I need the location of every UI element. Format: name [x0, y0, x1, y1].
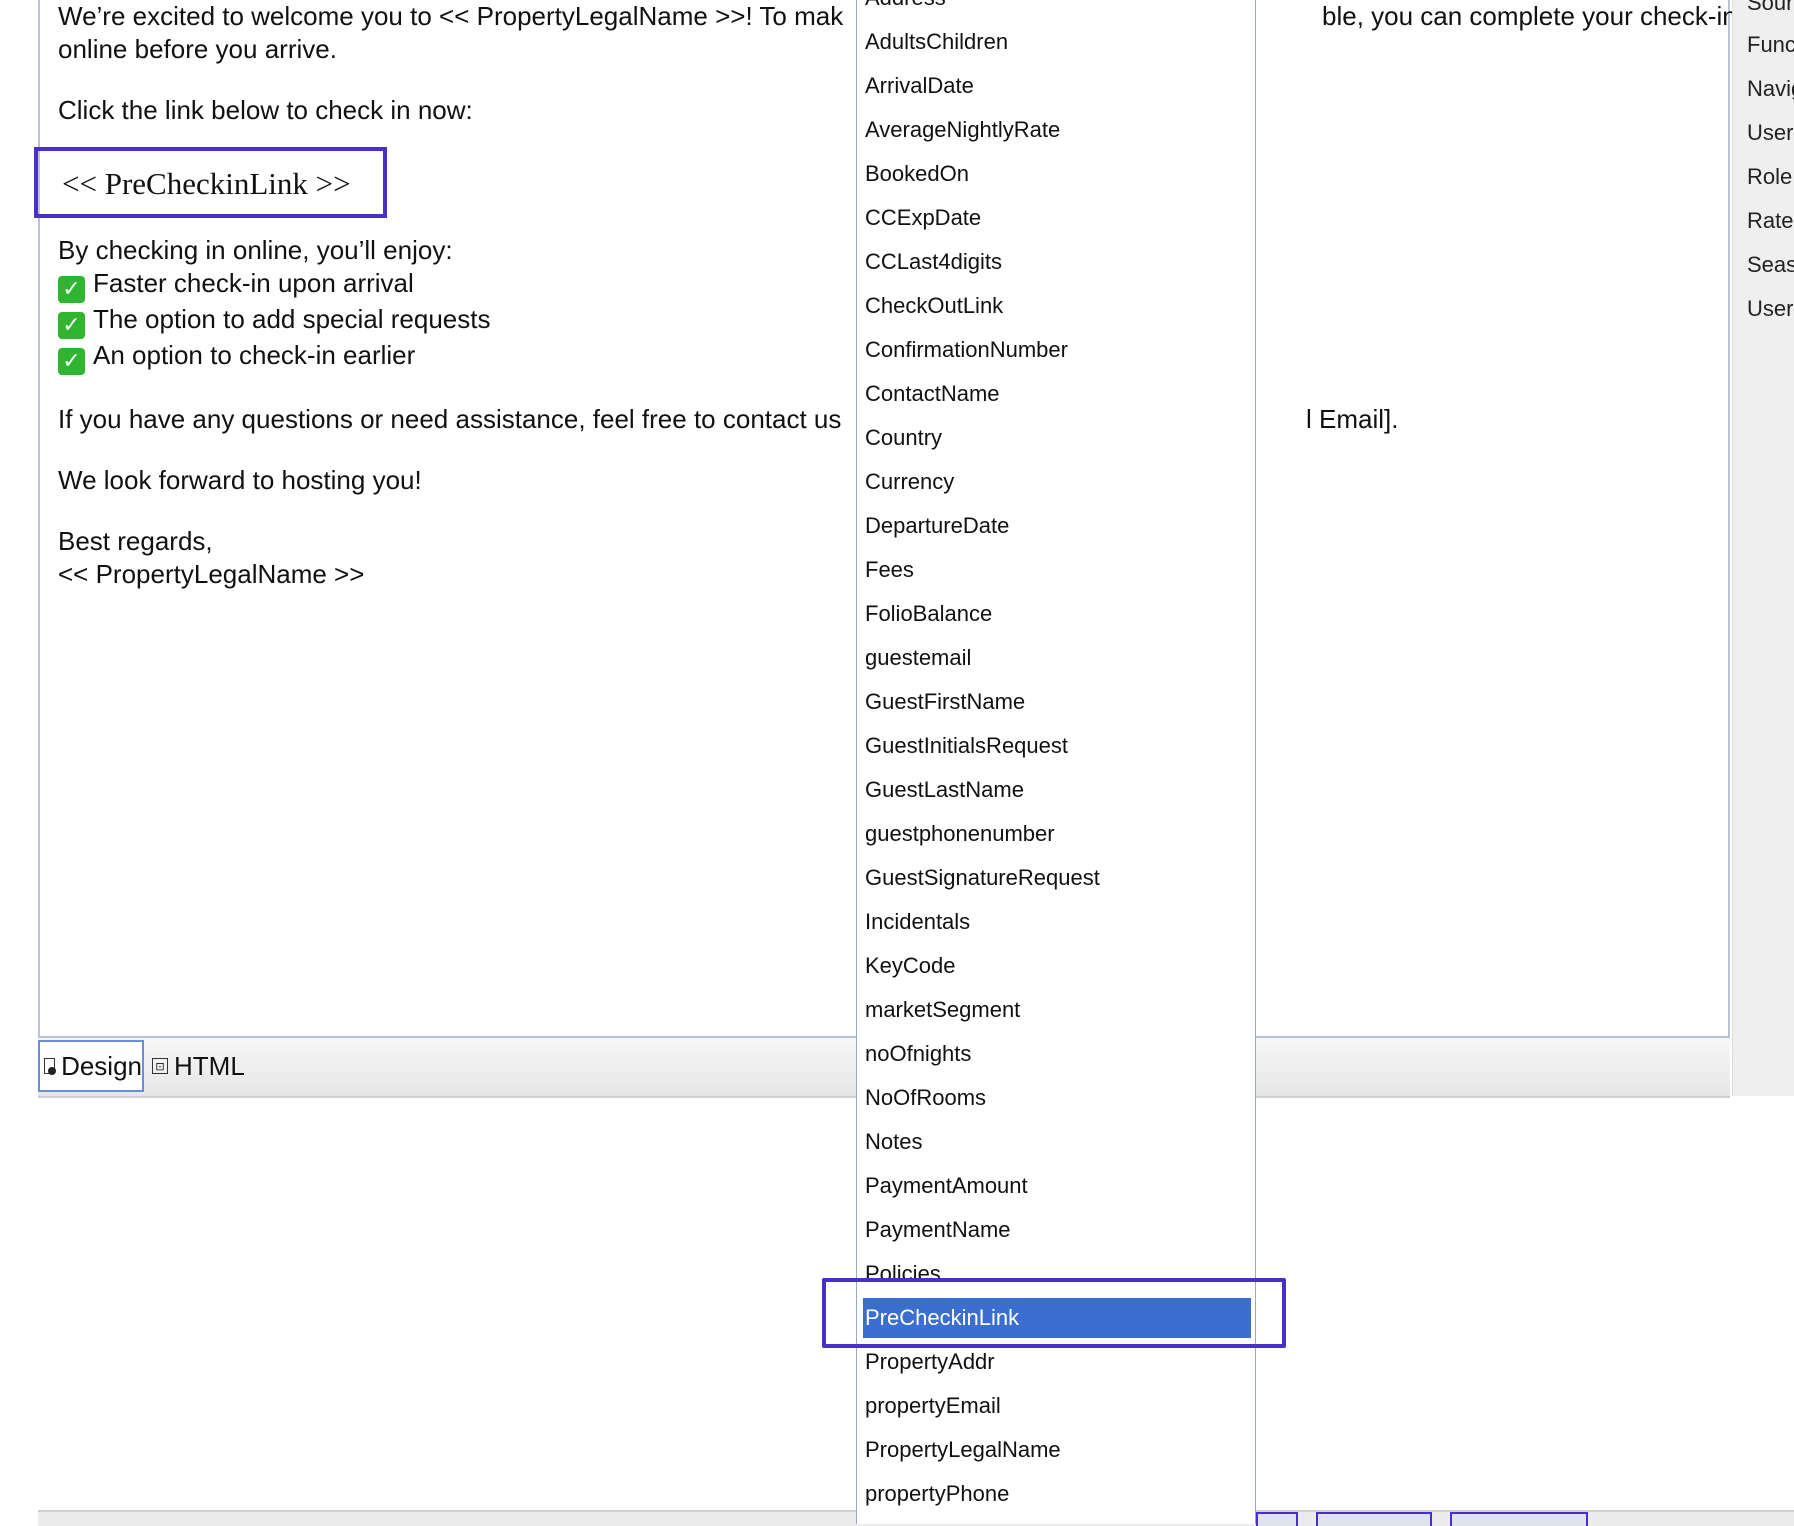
- dropdown-option[interactable]: Address: [863, 0, 1251, 18]
- dropdown-option[interactable]: Policies: [863, 1254, 1251, 1294]
- sidebar-item[interactable]: UserI: [1747, 296, 1794, 322]
- check-mark-icon: ✓: [58, 312, 85, 339]
- html-mode-icon: ⊡: [152, 1058, 168, 1074]
- design-mode-icon: [44, 1058, 57, 1075]
- dropdown-option[interactable]: marketSegment: [863, 990, 1251, 1030]
- sidebar-item[interactable]: Navig: [1747, 76, 1794, 102]
- dropdown-option[interactable]: NoOfRooms: [863, 1078, 1251, 1118]
- dropdown-option[interactable]: PaymentAmount: [863, 1166, 1251, 1206]
- tab-html[interactable]: ⊡ HTML: [150, 1040, 245, 1092]
- dropdown-option[interactable]: guestphonenumber: [863, 814, 1251, 854]
- dropdown-option[interactable]: KeyCode: [863, 946, 1251, 986]
- dropdown-option[interactable]: GuestFirstName: [863, 682, 1251, 722]
- dropdown-option[interactable]: FolioBalance: [863, 594, 1251, 634]
- dropdown-option[interactable]: propertyPhone: [863, 1474, 1251, 1514]
- dropdown-option[interactable]: ContactName: [863, 374, 1251, 414]
- dropdown-option[interactable]: PreCheckinLink: [863, 1298, 1251, 1338]
- sidebar-item[interactable]: RateI: [1747, 208, 1794, 234]
- dropdown-option[interactable]: AdultsChildren: [863, 22, 1251, 62]
- dropdown-option[interactable]: BookedOn: [863, 154, 1251, 194]
- sidebar-item[interactable]: Funct: [1747, 32, 1794, 58]
- sidebar-item[interactable]: Seaso: [1747, 252, 1794, 278]
- dropdown-option[interactable]: ArrivalDate: [863, 66, 1251, 106]
- dropdown-option[interactable]: guestemail: [863, 638, 1251, 678]
- dropdown-option[interactable]: Notes: [863, 1122, 1251, 1162]
- questions-text-left: If you have any questions or need assist…: [58, 404, 842, 434]
- dropdown-option[interactable]: PaymentName: [863, 1210, 1251, 1250]
- dropdown-option[interactable]: noOfnights: [863, 1034, 1251, 1074]
- sidebar-item[interactable]: RoleI: [1747, 164, 1794, 190]
- dropdown-option[interactable]: GuestInitialsRequest: [863, 726, 1251, 766]
- welcome-text-right: ble, you can complete your check-in: [1322, 1, 1737, 31]
- dropdown-option[interactable]: AverageNightlyRate: [863, 110, 1251, 150]
- right-sidebar: Sourc Funct Navig UserI RoleI RateI Seas…: [1732, 0, 1794, 1096]
- dropdown-option[interactable]: Fees: [863, 550, 1251, 590]
- dropdown-option[interactable]: Country: [863, 418, 1251, 458]
- tab-design[interactable]: Design: [38, 1040, 144, 1092]
- dropdown-option[interactable]: CCLast4digits: [863, 242, 1251, 282]
- dropdown-option[interactable]: ConfirmationNumber: [863, 330, 1251, 370]
- dropdown-option[interactable]: GuestLastName: [863, 770, 1251, 810]
- check-mark-icon: ✓: [58, 276, 85, 303]
- sidebar-item[interactable]: Sourc: [1747, 0, 1794, 16]
- dropdown-option[interactable]: GuestSignatureRequest: [863, 858, 1251, 898]
- check-mark-icon: ✓: [58, 348, 85, 375]
- precheckin-link-placeholder[interactable]: << PreCheckinLink >>: [34, 147, 387, 218]
- merge-field-dropdown[interactable]: Address AdultsChildrenArrivalDateAverageN…: [856, 0, 1256, 1524]
- dropdown-option[interactable]: Incidentals: [863, 902, 1251, 942]
- dropdown-option[interactable]: Currency: [863, 462, 1251, 502]
- precheckin-link-text: << PreCheckinLink >>: [62, 166, 351, 201]
- sidebar-item[interactable]: UserI: [1747, 120, 1794, 146]
- dropdown-option[interactable]: PropertyLegalName: [863, 1430, 1251, 1470]
- questions-text-right: l Email].: [1306, 404, 1399, 434]
- dropdown-option[interactable]: CCExpDate: [863, 198, 1251, 238]
- welcome-text-left: We’re excited to welcome you to << Prope…: [58, 1, 844, 31]
- dropdown-option[interactable]: propertyEmail: [863, 1386, 1251, 1426]
- dropdown-option[interactable]: PropertyAddr: [863, 1342, 1251, 1382]
- dropdown-option[interactable]: CheckOutLink: [863, 286, 1251, 326]
- dropdown-option[interactable]: DepartureDate: [863, 506, 1251, 546]
